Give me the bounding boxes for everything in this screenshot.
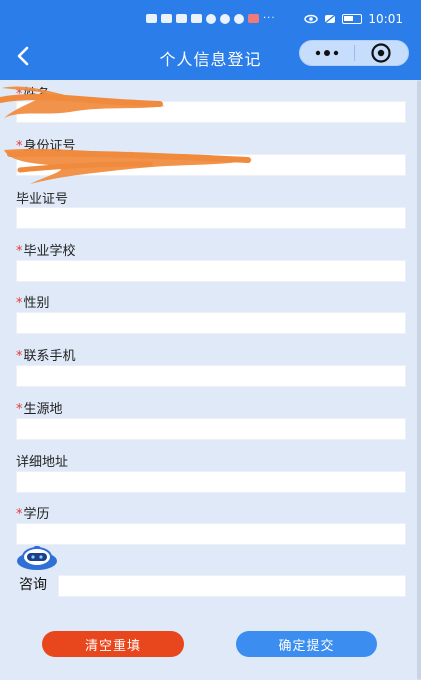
mini-program-capsule — [299, 40, 409, 66]
consult-input[interactable] — [58, 575, 406, 597]
origin-input[interactable] — [16, 418, 406, 440]
name-input[interactable] — [16, 101, 406, 123]
field-label: *姓名 — [16, 87, 50, 102]
school-input[interactable] — [16, 260, 406, 282]
diploma-number-input[interactable] — [16, 207, 406, 229]
required-mark: * — [16, 402, 23, 417]
required-mark: * — [16, 139, 23, 154]
scrollbar[interactable] — [417, 80, 421, 680]
field-label: *联系手机 — [16, 349, 76, 364]
target-close-icon — [371, 43, 392, 63]
education-input[interactable] — [16, 523, 406, 545]
scrollbar-thumb[interactable] — [417, 80, 421, 680]
phone-input[interactable] — [16, 365, 406, 387]
close-mini-program-button[interactable] — [355, 41, 408, 65]
more-button[interactable] — [300, 41, 354, 65]
consult-label[interactable]: 咨询 — [19, 574, 47, 594]
nav-bar: 个人信息登记 — [0, 36, 421, 80]
required-mark: * — [16, 87, 23, 102]
chat-icon — [206, 13, 216, 24]
wifi-icon — [176, 14, 187, 23]
field-label: *生源地 — [16, 402, 63, 417]
required-mark: * — [16, 349, 23, 364]
status-bar: ··· 10:01 — [0, 0, 421, 36]
battery-icon — [342, 14, 363, 24]
mail-icon — [248, 14, 259, 23]
mute-icon — [324, 14, 336, 24]
field-label: *身份证号 — [16, 139, 76, 154]
field-label: 详细地址 — [16, 455, 69, 470]
required-mark: * — [16, 296, 23, 311]
app-icon — [234, 13, 244, 24]
required-mark: * — [16, 244, 23, 259]
consult-robot-icon[interactable] — [14, 545, 60, 571]
field-label: *毕业学校 — [16, 244, 76, 259]
status-notification-icons: ··· — [146, 13, 276, 24]
submit-button[interactable]: 确定提交 — [236, 631, 377, 657]
address-input[interactable] — [16, 471, 406, 493]
gender-input[interactable] — [16, 312, 406, 334]
signal-icon — [161, 14, 172, 23]
eye-icon — [304, 14, 319, 24]
more-notifications: ··· — [263, 13, 276, 24]
status-time: 10:01 — [368, 12, 403, 26]
browser-icon — [220, 13, 230, 24]
field-label: *学历 — [16, 507, 50, 522]
id-number-input[interactable] — [16, 154, 406, 176]
notification-icon — [146, 14, 157, 23]
required-mark: * — [16, 507, 23, 522]
reset-button[interactable]: 清空重填 — [42, 631, 184, 657]
more-dots-icon — [315, 50, 339, 56]
app-screen: ··· 10:01 个人信息登记 *姓名 *身份证号 毕业证号 *毕业学校 *性… — [0, 0, 421, 680]
status-system-icons: 10:01 — [304, 12, 403, 26]
field-label: 毕业证号 — [16, 192, 69, 207]
field-label: *性别 — [16, 296, 50, 311]
message-icon — [191, 14, 202, 23]
